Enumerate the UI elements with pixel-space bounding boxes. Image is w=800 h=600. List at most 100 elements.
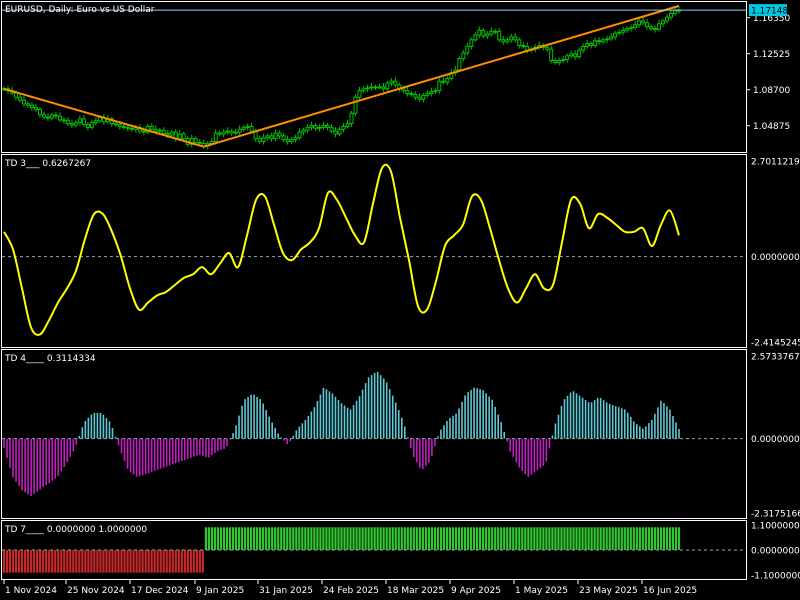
candle-body [257, 138, 262, 143]
candle-body [61, 119, 66, 122]
candle-body [661, 20, 666, 25]
candle-body [365, 87, 370, 90]
candle-body [349, 112, 354, 125]
candle-body [577, 49, 582, 58]
candle-body [521, 44, 526, 47]
td3-scale-label: -2.4145245 [751, 339, 800, 349]
candle-body [545, 46, 550, 50]
td7-scale-label: 0.0000000 [751, 547, 800, 557]
x-axis-label: 9 Apr 2025 [451, 586, 501, 596]
x-axis-label: 9 Jan 2025 [196, 586, 244, 596]
main-scale-label: 1.04875 [753, 122, 790, 132]
candle-body [149, 125, 154, 130]
candle-body [417, 96, 422, 100]
candle-body [457, 58, 462, 71]
candle-body [325, 125, 330, 128]
candle-body [221, 131, 226, 135]
candle-body [385, 82, 390, 90]
candle-body [465, 45, 470, 54]
candle-body [29, 104, 34, 109]
candle-body [665, 16, 670, 22]
candle-body [561, 59, 566, 62]
candle-body [49, 114, 54, 119]
candle-body [265, 135, 270, 139]
candle-body [37, 108, 42, 116]
td7-scale-label: 1.1000000 [751, 522, 800, 532]
candle-body [437, 80, 442, 92]
candle-body [617, 31, 622, 34]
candle-body [117, 124, 122, 127]
candle-body [69, 123, 74, 126]
main-panel-title: EURUSD, Daily: Euro vs US Dollar [5, 5, 155, 15]
candle-body [621, 29, 626, 33]
candle-body [181, 133, 186, 140]
candle-body [77, 118, 82, 124]
candle-body [129, 127, 134, 130]
candle-body [93, 120, 98, 124]
candle-body [469, 39, 474, 47]
candle-body [445, 77, 450, 83]
candle-body [21, 99, 26, 105]
candle-body [277, 132, 282, 137]
candle-body [637, 20, 642, 26]
candle-body [573, 53, 578, 58]
candle-body [569, 53, 574, 57]
candle-body [281, 135, 286, 141]
main-scale-label: 1.12525 [753, 50, 790, 60]
candle-body [669, 12, 674, 18]
candle-body [593, 40, 598, 46]
candle-body [289, 139, 294, 143]
candle-body [297, 131, 302, 139]
x-axis-label: 25 Nov 2024 [67, 586, 125, 596]
candle-body [405, 90, 410, 94]
candle-body [353, 96, 358, 114]
candle-body [113, 123, 118, 126]
candle-body [673, 10, 678, 14]
candle-body [493, 30, 498, 33]
candle-body [233, 131, 238, 134]
x-axis-label: 17 Dec 2024 [131, 586, 189, 596]
candle-body [25, 103, 30, 106]
candle-body [45, 116, 50, 119]
candle-body [441, 80, 446, 83]
td3-label: TD 3___ 0.6267267 [4, 159, 91, 169]
candle-body [613, 32, 618, 38]
td4-scale-label: 2.5733767 [751, 353, 800, 363]
candle-body [309, 125, 314, 128]
td3-scale-label: 2.7011219 [751, 158, 800, 168]
candle-body [565, 55, 570, 61]
candle-body [481, 29, 486, 37]
candle-body [485, 33, 490, 37]
candle-body [229, 130, 234, 134]
candle-body [461, 52, 466, 60]
candle-body [645, 22, 650, 28]
candle-body [361, 88, 366, 92]
td3-scale-label: 0.0000000 [751, 253, 800, 263]
candle-body [653, 27, 658, 30]
candle-body [301, 129, 306, 133]
candle-body [97, 117, 102, 122]
candle-body [57, 115, 62, 121]
candle-body [429, 91, 434, 94]
candle-body [557, 60, 562, 63]
candle-body [305, 126, 310, 131]
candle-body [381, 86, 386, 90]
candle-body [605, 38, 610, 41]
candle-body [89, 122, 94, 128]
candle-body [53, 114, 58, 117]
candle-body [657, 23, 662, 30]
x-axis-label: 1 Nov 2024 [5, 586, 57, 596]
td7-label: TD 7____ 0.0000000 1.0000000 [4, 525, 147, 535]
candle-body [81, 118, 86, 126]
x-axis-label: 23 May 2025 [579, 586, 638, 596]
candle-body [165, 133, 170, 136]
candle-body [245, 125, 250, 128]
candle-body [501, 39, 506, 43]
candle-body [477, 29, 482, 36]
td4-label: TD 4____ 0.3114334 [4, 354, 96, 364]
candle-body [489, 30, 494, 35]
candle-body [633, 24, 638, 29]
candle-body [629, 27, 634, 30]
candle-body [141, 130, 146, 133]
candle-body [585, 43, 590, 47]
